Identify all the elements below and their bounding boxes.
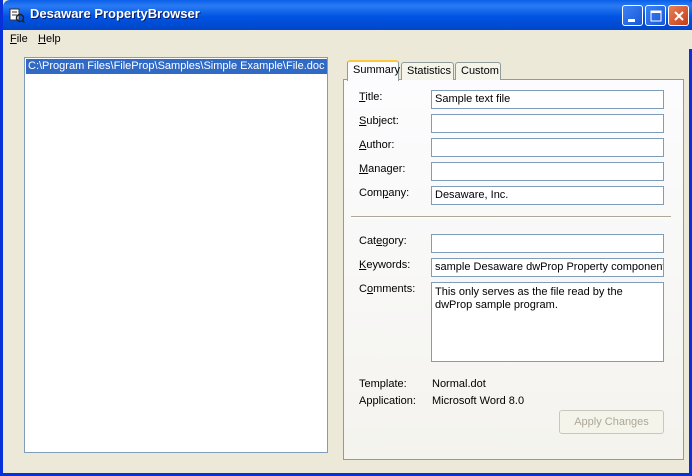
file-list[interactable]: C:\Program Files\FileProp\Samples\Simple… <box>24 57 328 453</box>
app-window: Desaware PropertyBrowser File Help C:\Pr… <box>0 0 692 476</box>
close-button[interactable] <box>668 5 689 26</box>
apply-changes-button[interactable]: Apply Changes <box>559 410 664 434</box>
title-label: Title: <box>359 91 383 103</box>
manager-label: Manager: <box>359 163 406 175</box>
tab-summary[interactable]: Summary <box>347 60 400 81</box>
menu-file[interactable]: File <box>10 33 28 45</box>
comments-field[interactable]: This only serves as the file read by the… <box>431 282 664 362</box>
keywords-field[interactable]: sample Desaware dwProp Property componen… <box>431 258 664 277</box>
manager-field[interactable] <box>431 162 664 181</box>
comments-label: Comments: <box>359 283 416 295</box>
minimize-button[interactable] <box>622 5 643 26</box>
category-field[interactable] <box>431 234 664 253</box>
file-list-item[interactable]: C:\Program Files\FileProp\Samples\Simple… <box>26 59 327 74</box>
application-label: Application: <box>359 395 416 407</box>
menu-help-label: elp <box>45 33 61 45</box>
close-icon <box>674 11 684 21</box>
app-icon <box>9 7 26 24</box>
author-label: Author: <box>359 139 395 151</box>
template-label: Template: <box>359 378 407 390</box>
application-value: Microsoft Word 8.0 <box>432 395 525 407</box>
menu-help-mnemonic: H <box>38 33 46 45</box>
tab-custom[interactable]: Custom <box>455 62 501 80</box>
maximize-button[interactable] <box>645 5 666 26</box>
template-value: Normal.dot <box>432 378 486 390</box>
menu-bar: File Help <box>3 30 692 49</box>
window-title: Desaware PropertyBrowser <box>30 6 200 21</box>
title-bar[interactable]: Desaware PropertyBrowser <box>3 0 692 30</box>
company-field[interactable]: Desaware, Inc. <box>431 186 664 205</box>
tab-statistics[interactable]: Statistics <box>401 62 454 80</box>
minimize-icon <box>628 19 635 22</box>
menu-file-mnemonic: F <box>10 33 17 45</box>
maximize-icon <box>650 10 662 22</box>
subject-field[interactable] <box>431 114 664 133</box>
subject-label: Subject: <box>359 115 399 127</box>
author-field[interactable] <box>431 138 664 157</box>
menu-help[interactable]: Help <box>38 33 61 45</box>
title-field[interactable]: Sample text file <box>431 90 664 109</box>
category-label: Category: <box>359 235 407 247</box>
keywords-label: Keywords: <box>359 259 411 271</box>
section-divider <box>351 216 671 218</box>
menu-file-label: ile <box>16 33 28 45</box>
company-label: Company: <box>359 187 410 199</box>
